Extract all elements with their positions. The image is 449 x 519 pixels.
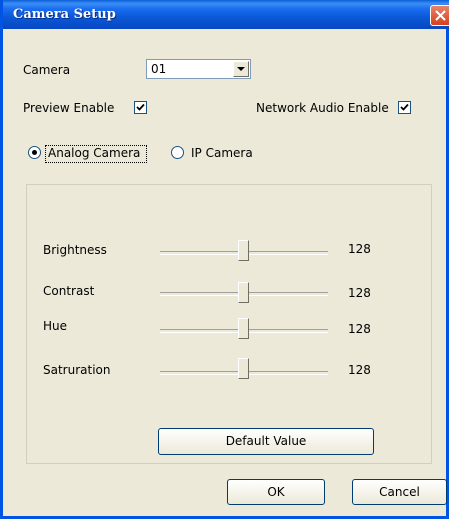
hue-label: Hue (43, 319, 68, 333)
brightness-slider-thumb[interactable] (238, 240, 249, 261)
ok-button-label: OK (267, 485, 285, 499)
cancel-button-label: Cancel (379, 485, 420, 499)
cancel-button[interactable]: Cancel (352, 479, 447, 505)
network-audio-enable-label: Network Audio Enable (256, 101, 389, 115)
hue-value: 128 (348, 322, 371, 336)
camera-select[interactable]: 01 (146, 59, 251, 79)
saturation-label: Satruration (43, 363, 111, 377)
camera-select-value: 01 (151, 62, 167, 76)
brightness-value: 128 (348, 242, 371, 256)
analog-camera-radio[interactable] (28, 146, 41, 159)
check-icon (400, 103, 409, 111)
camera-label: Camera (23, 63, 71, 77)
ok-button[interactable]: OK (227, 479, 325, 505)
contrast-label: Contrast (43, 284, 95, 298)
analog-camera-label[interactable]: Analog Camera (48, 146, 140, 160)
close-icon (435, 10, 446, 21)
contrast-value: 128 (348, 286, 371, 300)
preview-enable-label: Preview Enable (23, 101, 115, 115)
ip-camera-label[interactable]: IP Camera (191, 146, 253, 160)
check-icon (136, 103, 145, 111)
title-bar[interactable]: Camera Setup (3, 0, 449, 29)
hue-slider-thumb[interactable] (238, 318, 249, 339)
default-value-button[interactable]: Default Value (158, 428, 374, 455)
saturation-value: 128 (348, 363, 371, 377)
brightness-label: Brightness (43, 243, 107, 257)
close-button[interactable] (430, 5, 449, 26)
saturation-slider-thumb[interactable] (238, 358, 249, 379)
network-audio-enable-checkbox[interactable] (398, 101, 411, 114)
analog-settings-group (26, 184, 432, 464)
camera-setup-dialog: Camera Setup Camera 01 Preview Enable Ne… (0, 0, 449, 519)
ip-camera-radio[interactable] (171, 146, 184, 159)
chevron-down-icon (237, 67, 245, 71)
default-value-button-label: Default Value (225, 434, 307, 448)
preview-enable-checkbox[interactable] (134, 101, 147, 114)
window-title: Camera Setup (13, 7, 116, 22)
radio-selected-dot (32, 150, 37, 155)
contrast-slider-thumb[interactable] (238, 282, 249, 303)
camera-select-dropdown-button[interactable] (233, 61, 249, 77)
